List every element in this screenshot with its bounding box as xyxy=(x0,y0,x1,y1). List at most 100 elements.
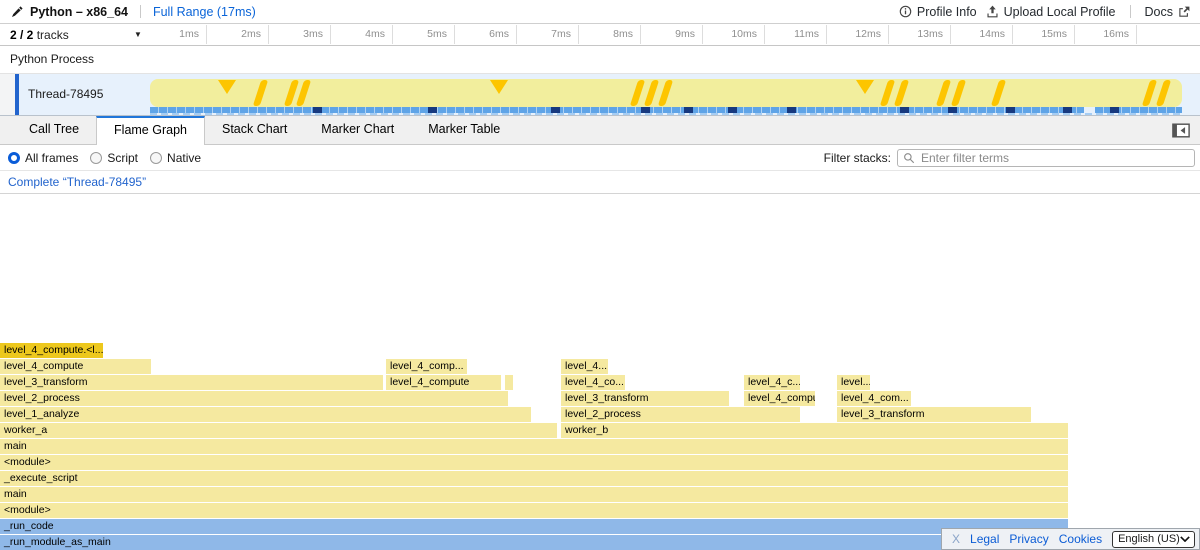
radio-script[interactable]: Script xyxy=(90,151,138,165)
flame-frame[interactable]: level_4_compute xyxy=(0,359,151,374)
full-range-button[interactable]: Full Range (17ms) xyxy=(153,5,256,19)
flame-graph[interactable]: level_4_compute.<l...level_4_computeleve… xyxy=(0,194,1200,550)
ruler-tick-4ms: 4ms xyxy=(331,25,393,44)
flame-frame[interactable]: level_4_compute xyxy=(744,391,815,406)
upload-profile-button[interactable]: Upload Local Profile xyxy=(986,5,1116,19)
tab-marker-chart[interactable]: Marker Chart xyxy=(304,116,411,144)
radio-native[interactable]: Native xyxy=(150,151,201,165)
profile-title[interactable]: Python – x86_64 xyxy=(30,5,128,19)
sample-ticks xyxy=(150,113,1182,115)
footer-link-privacy[interactable]: Privacy xyxy=(1009,532,1048,546)
flame-frame[interactable]: _run_code xyxy=(0,519,1068,534)
flame-frame[interactable]: level_2_process xyxy=(0,391,508,406)
panel-tabs: Call TreeFlame GraphStack ChartMarker Ch… xyxy=(12,116,517,144)
ruler-tick-6ms: 6ms xyxy=(455,25,517,44)
filter-toolbar: All framesScriptNative Filter stacks: xyxy=(0,145,1200,171)
sample-dark-segment xyxy=(1110,107,1119,113)
radio-dot xyxy=(8,152,20,164)
flame-frame[interactable]: main xyxy=(0,487,1068,502)
flame-frame[interactable]: level_3_transform xyxy=(0,375,383,390)
footer-link-cookies[interactable]: Cookies xyxy=(1059,532,1102,546)
flame-frame[interactable]: level_4_com... xyxy=(837,391,911,406)
ruler-tick-11ms: 11ms xyxy=(765,25,827,44)
tab-flame-graph[interactable]: Flame Graph xyxy=(96,116,205,145)
tracks-dropdown-caret-icon[interactable]: ▼ xyxy=(134,25,142,45)
radio-label: All frames xyxy=(25,151,78,165)
ruler-tick-16ms: 16ms xyxy=(1075,25,1137,44)
track-activity-canvas[interactable] xyxy=(150,74,1182,115)
activity-marker-icon xyxy=(218,80,236,94)
thread-track[interactable]: Thread-78495 xyxy=(0,74,1200,116)
radio-all-frames[interactable]: All frames xyxy=(8,151,78,165)
breadcrumb[interactable]: Complete “Thread-78495” xyxy=(8,172,146,193)
tracks-summary: 2 / 2 tracks xyxy=(10,25,69,45)
sample-dark-segment xyxy=(948,107,957,113)
sample-dark-segment xyxy=(900,107,909,113)
language-selector[interactable]: English (US) xyxy=(1112,531,1195,548)
flame-frame[interactable]: _run_module_as_main xyxy=(0,535,1068,550)
flame-frame[interactable]: <module> xyxy=(0,503,1068,518)
flame-frame[interactable] xyxy=(505,375,513,390)
flame-frame[interactable]: level_4... xyxy=(561,359,608,374)
edit-icon[interactable] xyxy=(12,6,23,17)
tab-marker-table[interactable]: Marker Table xyxy=(411,116,517,144)
flame-frame[interactable]: level_4_co... xyxy=(561,375,625,390)
app-header: Python – x86_64 Full Range (17ms) Profil… xyxy=(0,0,1200,24)
sample-dark-segment xyxy=(1063,107,1072,113)
sidebar-toggle-button[interactable] xyxy=(1172,123,1190,138)
sample-dark-segment xyxy=(428,107,437,113)
sample-dark-segment xyxy=(641,107,650,113)
header-divider xyxy=(1130,5,1131,18)
footer-bar: X Legal Privacy Cookies English (US) xyxy=(941,528,1200,550)
flame-frame[interactable]: level_2_process xyxy=(561,407,800,422)
process-track-header[interactable]: Python Process xyxy=(0,46,1200,74)
docs-link[interactable]: Docs xyxy=(1145,5,1190,19)
docs-label: Docs xyxy=(1145,5,1173,19)
flame-frame[interactable]: level_3_transform xyxy=(837,407,1031,422)
footer-link-legal[interactable]: Legal xyxy=(970,532,999,546)
flame-frame[interactable]: level... xyxy=(837,375,870,390)
external-link-icon xyxy=(1178,6,1190,18)
ruler-tick-1ms: 1ms xyxy=(145,25,207,44)
radio-dot xyxy=(150,152,162,164)
flame-frame[interactable]: level_4_compute xyxy=(386,375,501,390)
flame-frame[interactable]: level_3_transform xyxy=(561,391,729,406)
radio-label: Script xyxy=(107,151,138,165)
thread-label[interactable]: Thread-78495 xyxy=(28,74,103,115)
footer-link-x[interactable]: X xyxy=(952,532,960,546)
flame-frame[interactable]: worker_a xyxy=(0,423,557,438)
ruler-tick-12ms: 12ms xyxy=(827,25,889,44)
flame-frame[interactable]: level_4_compute.<l... xyxy=(0,343,103,358)
search-icon xyxy=(903,152,915,164)
flame-frame[interactable]: level_1_analyze xyxy=(0,407,531,422)
panel-tabbar: Call TreeFlame GraphStack ChartMarker Ch… xyxy=(0,116,1200,145)
ruler-tick-2ms: 2ms xyxy=(207,25,269,44)
flame-frame[interactable]: worker_b xyxy=(561,423,1068,438)
tab-stack-chart[interactable]: Stack Chart xyxy=(205,116,304,144)
flame-frame[interactable]: main xyxy=(0,439,1068,454)
header-left: Python – x86_64 Full Range (17ms) xyxy=(0,5,256,19)
flame-frame[interactable]: level_4_c... xyxy=(744,375,800,390)
language-label: English (US) xyxy=(1118,533,1180,545)
sample-dark-segment xyxy=(1006,107,1015,113)
activity-marker-icon xyxy=(856,80,874,94)
sample-dark-segment xyxy=(728,107,737,113)
chevron-down-icon xyxy=(1180,536,1190,542)
timeline-ruler[interactable]: 2 / 2 tracks ▼ 1ms2ms3ms4ms5ms6ms7ms8ms9… xyxy=(0,25,1200,46)
upload-icon xyxy=(986,5,999,18)
ruler-tick-13ms: 13ms xyxy=(889,25,951,44)
flame-frame[interactable]: <module> xyxy=(0,455,1068,470)
flame-frame[interactable]: level_4_comp... xyxy=(386,359,467,374)
footer-links: X Legal Privacy Cookies xyxy=(952,532,1112,546)
flame-frame[interactable]: _execute_script xyxy=(0,471,1068,486)
sample-dark-segment xyxy=(313,107,322,113)
radio-dot xyxy=(90,152,102,164)
sample-dark-segment xyxy=(787,107,796,113)
filter-input[interactable] xyxy=(919,150,1194,166)
sidebar-toggle-icon xyxy=(1172,123,1190,138)
profile-info-button[interactable]: Profile Info xyxy=(899,5,977,19)
filter-input-box[interactable] xyxy=(897,149,1195,167)
track-gutter xyxy=(0,74,15,115)
ruler-tick-3ms: 3ms xyxy=(269,25,331,44)
tab-call-tree[interactable]: Call Tree xyxy=(12,116,96,144)
